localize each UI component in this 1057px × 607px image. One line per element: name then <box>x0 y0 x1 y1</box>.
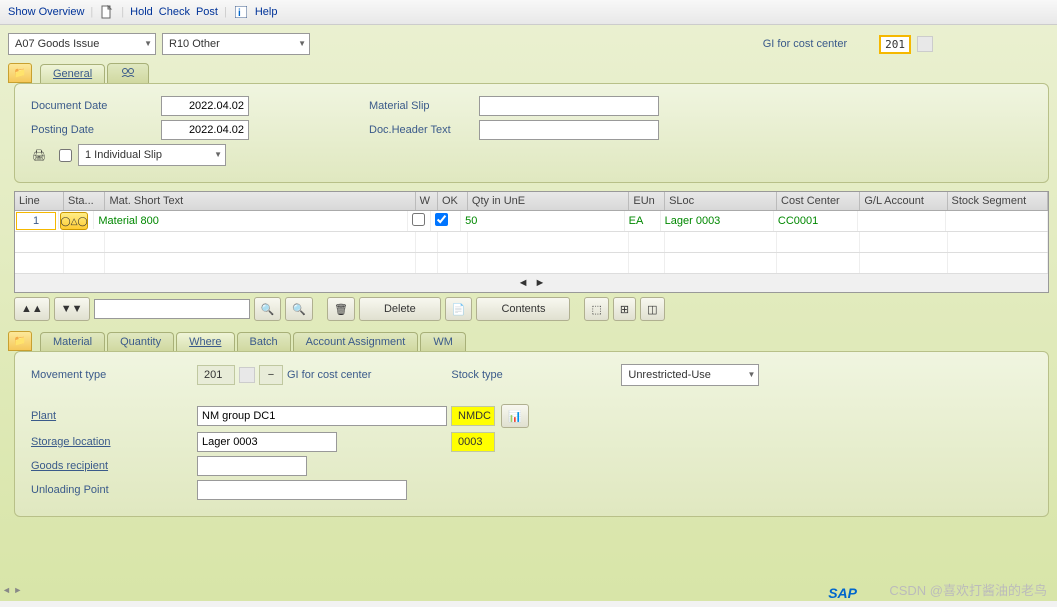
mvt-label: Movement type <box>31 369 197 381</box>
reference-combo[interactable]: R10 Other <box>162 33 310 55</box>
mvt-text: GI for cost center <box>287 369 371 381</box>
show-overview-link[interactable]: Show Overview <box>8 6 84 18</box>
print-icon[interactable]: 🖨 <box>31 147 47 163</box>
sap-logo: SAP <box>828 585 857 601</box>
plant-code: NMDC <box>451 406 495 426</box>
items-grid: Line Sta... Mat. Short Text W OK Qty in … <box>14 191 1049 293</box>
unload-input[interactable] <box>197 480 407 500</box>
table-row[interactable]: 1 ◯△◯ Material 800 50 EA Lager 0003 CC00… <box>15 211 1048 232</box>
sloc-cell: Lager 0003 <box>661 211 774 231</box>
mvt-value: 201 <box>197 365 235 385</box>
movement-code[interactable]: 201 <box>879 35 911 54</box>
check-link[interactable]: Check <box>159 6 190 18</box>
tree-icon[interactable]: ⊞ <box>613 297 636 321</box>
tab-batch[interactable]: Batch <box>237 332 291 351</box>
status-icon: ◯△◯ <box>60 212 88 230</box>
plant-label: Plant <box>31 410 197 422</box>
sloc-input[interactable] <box>197 432 337 452</box>
unload-label: Unloading Point <box>31 484 197 496</box>
recip-input[interactable] <box>197 456 307 476</box>
doc-icon[interactable]: 📄 <box>445 297 473 321</box>
doc-header-label: Doc.Header Text <box>369 124 479 136</box>
find-icon[interactable]: 🔍 <box>254 297 282 321</box>
resize-handle[interactable]: ◄ ► <box>2 585 22 595</box>
tab-material[interactable]: Material <box>40 332 105 351</box>
info-icon: i <box>233 4 249 20</box>
hold-link[interactable]: Hold <box>130 6 153 18</box>
doc-date-input[interactable] <box>161 96 249 116</box>
mat-slip-input[interactable] <box>479 96 659 116</box>
svg-text:i: i <box>238 8 241 18</box>
post-link[interactable]: Post <box>196 6 218 18</box>
tab-partners[interactable] <box>107 63 149 83</box>
delete-button[interactable]: Delete <box>359 297 441 321</box>
tab-quantity[interactable]: Quantity <box>107 332 174 351</box>
plant-input[interactable] <box>197 406 447 426</box>
doc-header-input[interactable] <box>479 120 659 140</box>
collapse-icon[interactable]: ◫ <box>640 297 664 321</box>
expand-icon[interactable]: ⬚ <box>584 297 608 321</box>
folder-icon[interactable]: 📁 <box>8 331 32 351</box>
unit-cell: EA <box>625 211 661 231</box>
tab-general[interactable]: General <box>40 64 105 83</box>
stock-combo[interactable]: Unrestricted-Use <box>621 364 759 386</box>
last-icon[interactable]: ▼▼ <box>54 297 90 321</box>
separator: | <box>224 6 227 18</box>
top-toolbar: Show Overview | | Hold Check Post | i He… <box>0 0 1057 25</box>
separator: | <box>90 6 93 18</box>
watermark: CSDN @喜欢打酱油的老鸟 <box>889 580 1047 599</box>
recip-label: Goods recipient <box>31 460 197 472</box>
sloc-code: 0003 <box>451 432 495 452</box>
line-number: 1 <box>16 212 56 230</box>
w-checkbox[interactable] <box>412 213 425 226</box>
chart-icon[interactable]: 📊 <box>501 404 529 428</box>
contents-button[interactable]: Contents <box>476 297 570 321</box>
sloc-label: Storage location <box>31 436 197 448</box>
slip-combo[interactable]: 1 Individual Slip <box>78 144 226 166</box>
grid-header: Line Sta... Mat. Short Text W OK Qty in … <box>15 192 1048 211</box>
button-bar: ▲▲ ▼▼ 🔍 🔍 🗑 Delete 📄 Contents ⬚ ⊞ ◫ <box>14 297 1049 321</box>
ok-checkbox[interactable] <box>435 213 448 226</box>
post-date-input[interactable] <box>161 120 249 140</box>
qty-cell[interactable]: 50 <box>461 211 624 231</box>
stock-label: Stock type <box>451 369 621 381</box>
mvt-sign: − <box>259 365 283 385</box>
cc-cell: CC0001 <box>774 211 858 231</box>
detail-panel: Movement type 201 − GI for cost center S… <box>14 351 1049 517</box>
mat-slip-label: Material Slip <box>369 100 479 112</box>
search-input[interactable] <box>94 299 250 319</box>
main-area: A07 Goods Issue R10 Other GI for cost ce… <box>0 25 1057 601</box>
gi-label: GI for cost center <box>763 38 847 50</box>
tab-account[interactable]: Account Assignment <box>293 332 419 351</box>
slip-checkbox[interactable] <box>59 149 72 162</box>
action-combo[interactable]: A07 Goods Issue <box>8 33 156 55</box>
grid-scroll[interactable]: ◄► <box>15 274 1048 292</box>
mvt-special[interactable] <box>239 367 255 383</box>
mat-text-cell: Material 800 <box>94 211 408 231</box>
trash-icon[interactable]: 🗑 <box>327 297 355 321</box>
folder-icon[interactable]: 📁 <box>8 63 32 83</box>
table-row[interactable] <box>15 232 1048 253</box>
find-next-icon[interactable]: 🔍 <box>285 297 313 321</box>
tab-where[interactable]: Where <box>176 332 234 351</box>
post-date-label: Posting Date <box>31 124 161 136</box>
table-row[interactable] <box>15 253 1048 274</box>
separator: | <box>121 6 124 18</box>
new-doc-icon[interactable] <box>99 4 115 20</box>
header-panel: Document Date Posting Date 🖨 1 Individua… <box>14 83 1049 183</box>
doc-date-label: Document Date <box>31 100 161 112</box>
tab-wm[interactable]: WM <box>420 332 466 351</box>
special-stock-box[interactable] <box>917 36 933 52</box>
first-icon[interactable]: ▲▲ <box>14 297 50 321</box>
help-link[interactable]: Help <box>255 6 278 18</box>
